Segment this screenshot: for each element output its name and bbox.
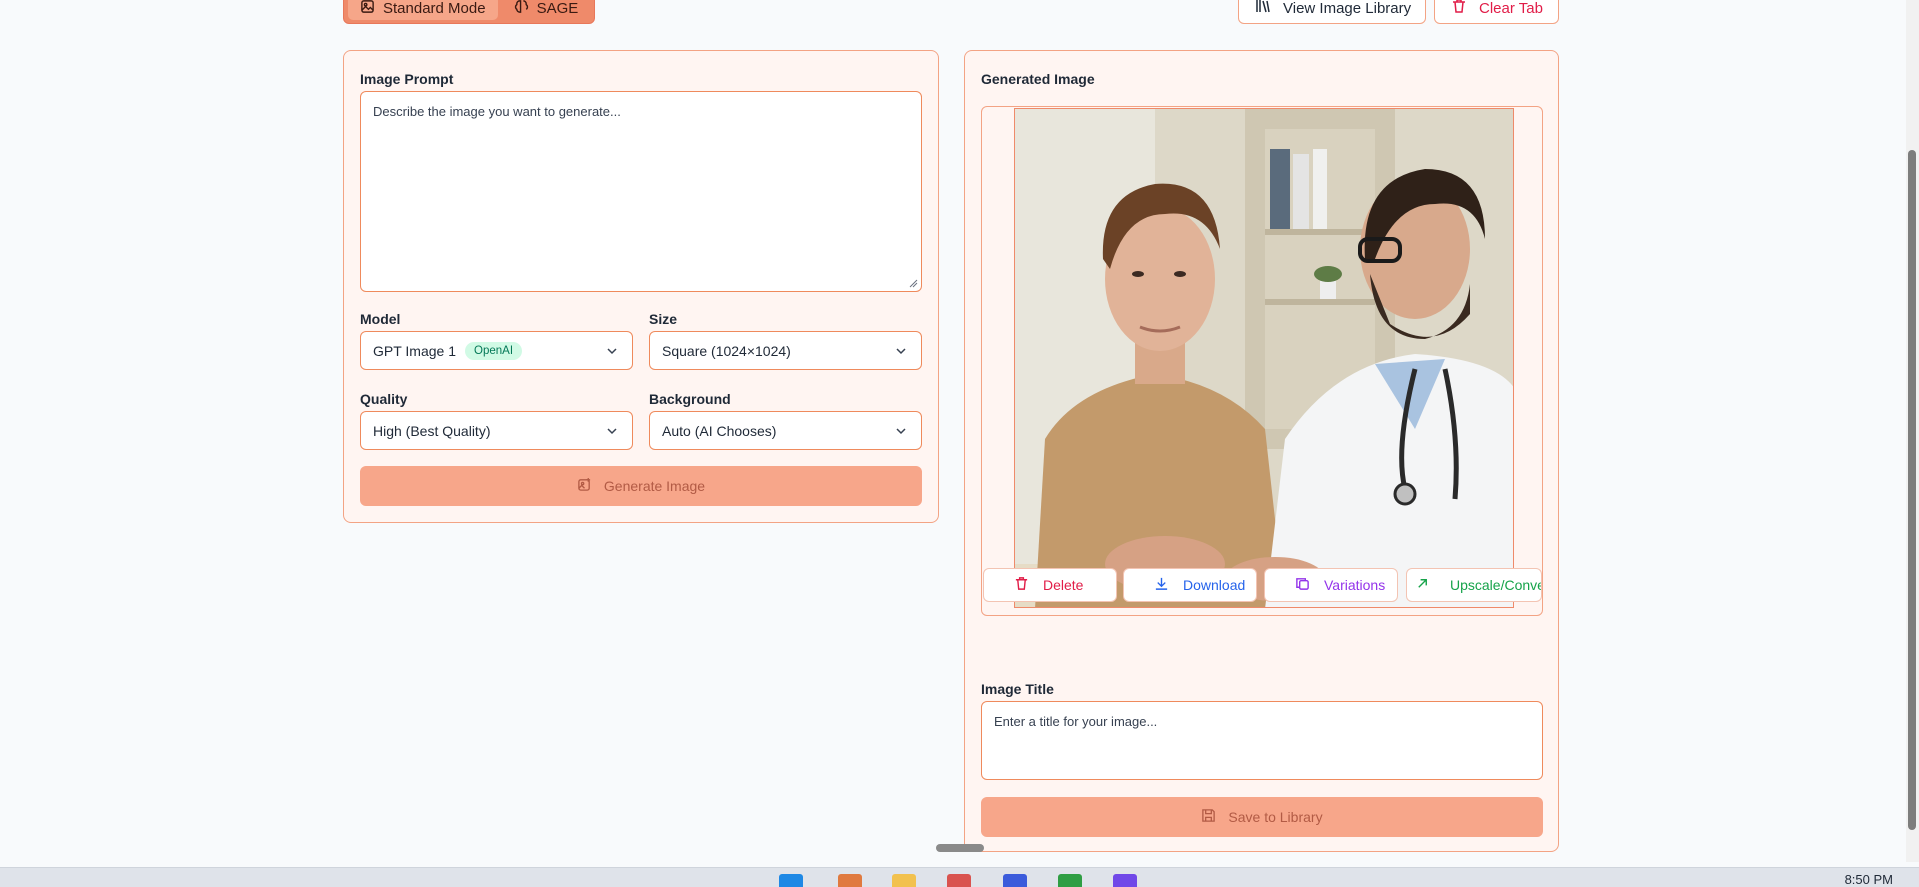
mode-toggle-group: Standard Mode SAGE bbox=[343, 0, 596, 24]
image-icon bbox=[360, 0, 375, 18]
standard-mode-button[interactable]: Standard Mode bbox=[348, 0, 498, 20]
model-select[interactable]: GPT Image 1 OpenAI bbox=[360, 331, 633, 370]
image-plus-icon bbox=[577, 477, 592, 495]
chevron-down-icon bbox=[607, 348, 617, 355]
save-icon bbox=[1201, 808, 1216, 826]
variations-label: Variations bbox=[1324, 577, 1386, 593]
download-button[interactable]: Download bbox=[1123, 568, 1257, 602]
generate-image-button[interactable]: Generate Image bbox=[360, 466, 922, 506]
chevron-down-icon bbox=[896, 428, 906, 435]
library-icon bbox=[1255, 0, 1271, 18]
sage-mode-label: SAGE bbox=[536, 0, 579, 17]
image-prompt-label: Image Prompt bbox=[360, 71, 454, 87]
taskbar: 8:50 PM bbox=[0, 867, 1919, 887]
generate-image-label: Generate Image bbox=[603, 478, 706, 494]
image-title-input[interactable]: Enter a title for your image... bbox=[981, 701, 1543, 780]
browser-icon[interactable] bbox=[947, 874, 971, 887]
image-title-placeholder: Enter a title for your image... bbox=[994, 714, 1158, 729]
background-value: Auto (AI Chooses) bbox=[662, 422, 777, 439]
generated-image-card: Generated Image Delete Download Variatio… bbox=[964, 50, 1559, 852]
image-prompt-card: Image Prompt Describe the image you want… bbox=[343, 50, 939, 523]
model-label: Model bbox=[360, 311, 401, 327]
quality-label: Quality bbox=[360, 391, 408, 407]
delete-label: Delete bbox=[1043, 577, 1084, 593]
generated-image[interactable] bbox=[1014, 108, 1514, 608]
quality-value: High (Best Quality) bbox=[373, 422, 491, 439]
scrollbar-thumb[interactable] bbox=[1908, 150, 1916, 830]
view-image-library-button[interactable]: View Image Library bbox=[1238, 0, 1426, 24]
copy-icon bbox=[1295, 576, 1310, 594]
arrow-up-right-icon bbox=[1415, 576, 1430, 594]
upscale-convert-label: Upscale/Convert bbox=[1450, 577, 1541, 593]
image-preview-frame bbox=[981, 106, 1543, 616]
download-icon bbox=[1154, 576, 1169, 594]
clear-tab-button[interactable]: Clear Tab bbox=[1434, 0, 1559, 24]
image-prompt-placeholder: Describe the image you want to generate.… bbox=[373, 104, 621, 119]
standard-mode-label: Standard Mode bbox=[383, 0, 486, 17]
vertical-scrollbar[interactable] bbox=[1906, 0, 1919, 862]
folder-icon[interactable] bbox=[892, 874, 916, 887]
upscale-convert-button[interactable]: Upscale/Convert bbox=[1406, 568, 1542, 602]
delete-button[interactable]: Delete bbox=[983, 568, 1117, 602]
clear-tab-label: Clear Tab bbox=[1479, 0, 1543, 17]
size-value: Square (1024×1024) bbox=[662, 342, 791, 359]
chevron-down-icon bbox=[896, 348, 906, 355]
download-label: Download bbox=[1183, 577, 1246, 593]
app-icon[interactable] bbox=[838, 874, 862, 887]
save-to-library-button[interactable]: Save to Library bbox=[981, 797, 1543, 837]
trash-icon bbox=[1451, 0, 1467, 18]
size-select[interactable]: Square (1024×1024) bbox=[649, 331, 922, 370]
save-to-library-label: Save to Library bbox=[1228, 809, 1323, 825]
brain-icon bbox=[514, 0, 529, 18]
resize-handle-icon[interactable] bbox=[908, 278, 918, 288]
background-select[interactable]: Auto (AI Chooses) bbox=[649, 411, 922, 450]
openai-badge: OpenAI bbox=[465, 341, 523, 360]
chrome-profile-icon[interactable] bbox=[1113, 874, 1137, 887]
chrome-profile-icon[interactable] bbox=[1058, 874, 1082, 887]
chevron-down-icon bbox=[607, 428, 617, 435]
variations-button[interactable]: Variations bbox=[1264, 568, 1398, 602]
horizontal-scrollbar-thumb[interactable] bbox=[936, 844, 984, 852]
windows-start-icon[interactable] bbox=[779, 874, 803, 887]
model-value: GPT Image 1 bbox=[373, 342, 457, 359]
sage-mode-button[interactable]: SAGE bbox=[502, 0, 591, 20]
image-title-label: Image Title bbox=[981, 681, 1054, 697]
generated-image-title: Generated Image bbox=[981, 71, 1095, 87]
background-label: Background bbox=[649, 391, 731, 407]
trash-icon bbox=[1014, 576, 1029, 594]
image-prompt-textarea[interactable]: Describe the image you want to generate.… bbox=[360, 91, 922, 292]
view-image-library-label: View Image Library bbox=[1283, 0, 1412, 17]
calendar-icon[interactable] bbox=[1003, 874, 1027, 887]
quality-select[interactable]: High (Best Quality) bbox=[360, 411, 633, 450]
taskbar-clock: 8:50 PM bbox=[1844, 872, 1893, 887]
size-label: Size bbox=[649, 311, 678, 327]
